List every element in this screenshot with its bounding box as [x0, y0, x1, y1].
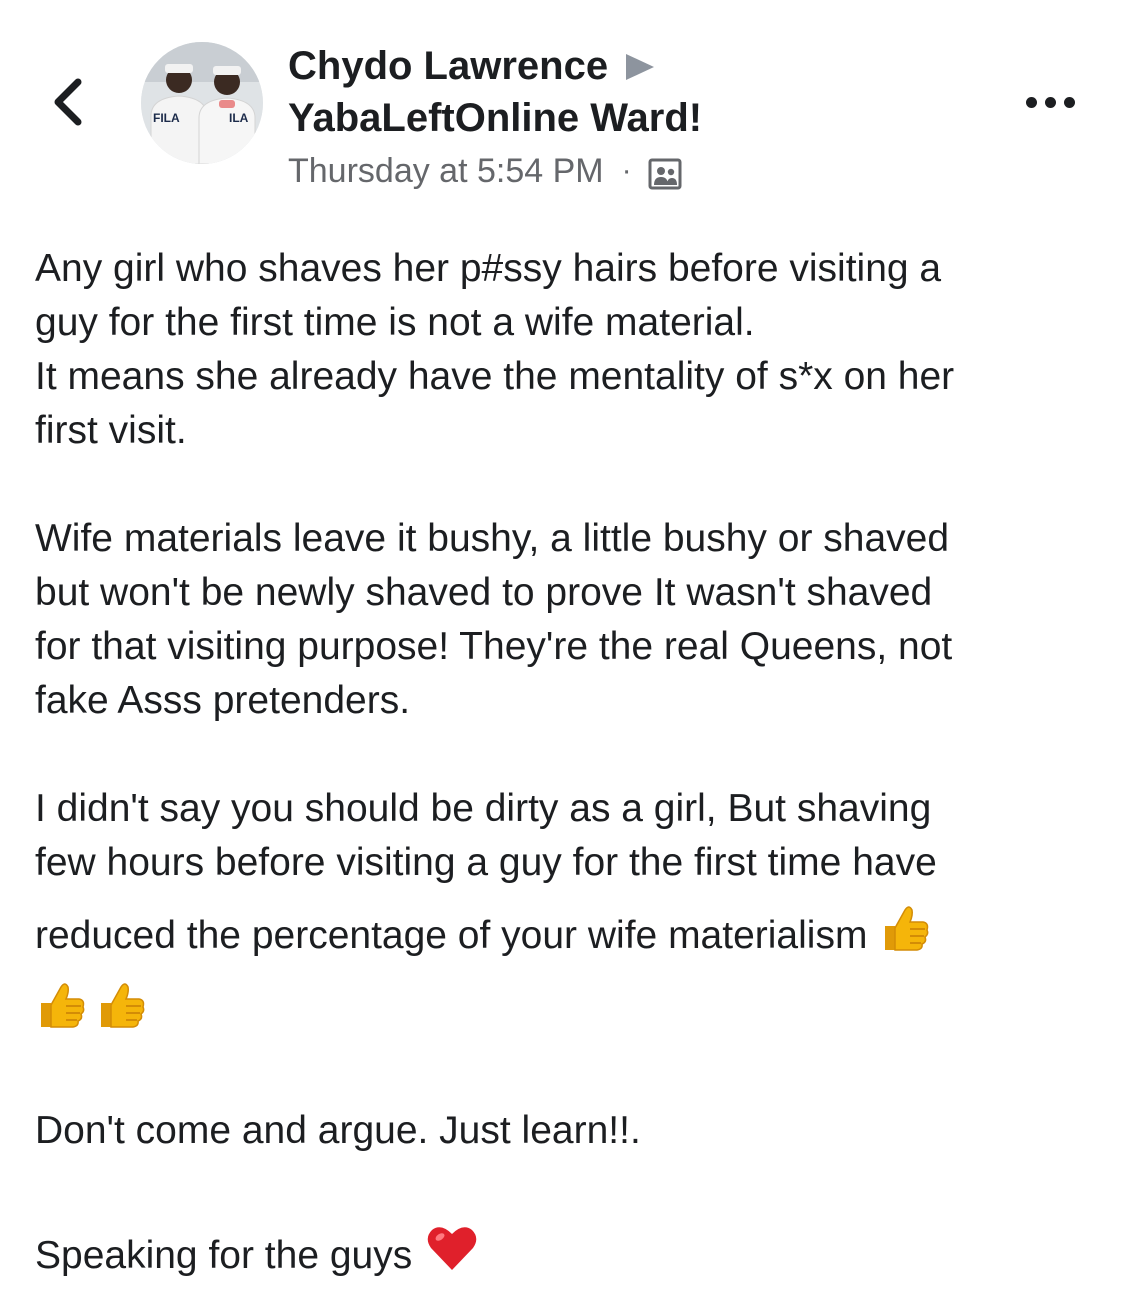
more-options-icon	[1025, 96, 1037, 108]
post-header: FILA ILA Chydo Lawrence YabaLeftOnline W…	[0, 0, 1124, 200]
triangle-right-icon	[626, 54, 655, 80]
svg-text:ILA: ILA	[229, 111, 249, 125]
more-options-button[interactable]	[1010, 84, 1090, 120]
group-line: YabaLeftOnline Ward!	[288, 92, 988, 144]
thumbs-up-emoji-icon	[35, 979, 87, 1046]
post-title-block: Chydo Lawrence YabaLeftOnline Ward! Thur…	[288, 40, 988, 194]
post-body: Any girl who shaves her p#ssy hairs befo…	[35, 242, 1095, 1287]
text-line: guy for the first time is not a wife mat…	[35, 301, 755, 344]
text-line: Speaking for the guys	[35, 1233, 413, 1277]
text-line-with-emoji: reduced the percentage of your wife mate…	[35, 902, 1095, 969]
text-line: It means she already have the mentality …	[35, 355, 955, 398]
chevron-left-icon	[54, 78, 82, 126]
paragraph-1: Any girl who shaves her p#ssy hairs befo…	[35, 242, 1095, 458]
thumbs-up-emoji-icon	[95, 979, 147, 1046]
text-line: but won't be newly shaved to prove It wa…	[35, 571, 933, 614]
group-name-link[interactable]: YabaLeftOnline Ward!	[288, 92, 702, 144]
post-meta: Thursday at 5:54 PM ·	[288, 148, 988, 194]
paragraph-3: I didn't say you should be dirty as a gi…	[35, 782, 1095, 1046]
text-line: few hours before visiting a guy for the …	[35, 841, 937, 884]
paragraph-5: Speaking for the guys	[35, 1224, 1095, 1287]
paragraph-4: Don't come and argue. Just learn!!.	[35, 1104, 1095, 1158]
group-members-icon	[648, 156, 682, 190]
svg-text:FILA: FILA	[153, 111, 180, 125]
text-line: fake Asss pretenders.	[35, 679, 411, 722]
paragraph-2: Wife materials leave it bushy, a little …	[35, 512, 1095, 728]
red-heart-emoji-icon	[426, 1224, 478, 1287]
text-line: for that visiting purpose! They're the r…	[35, 625, 953, 668]
author-name-link[interactable]: Chydo Lawrence	[288, 40, 608, 92]
text-line: Wife materials leave it bushy, a little …	[35, 517, 950, 560]
meta-separator: ·	[621, 154, 632, 187]
emoji-row	[35, 979, 1095, 1046]
back-button[interactable]	[40, 62, 96, 142]
text-line: Don't come and argue. Just learn!!.	[35, 1109, 641, 1152]
post-timestamp-link[interactable]: Thursday at 5:54 PM	[288, 148, 604, 194]
author-line: Chydo Lawrence	[288, 40, 988, 92]
text-line: first visit.	[35, 409, 187, 452]
avatar[interactable]: FILA ILA	[141, 42, 263, 164]
text-line: Any girl who shaves her p#ssy hairs befo…	[35, 247, 942, 290]
text-line: I didn't say you should be dirty as a gi…	[35, 787, 932, 830]
thumbs-up-emoji-icon	[879, 902, 931, 969]
